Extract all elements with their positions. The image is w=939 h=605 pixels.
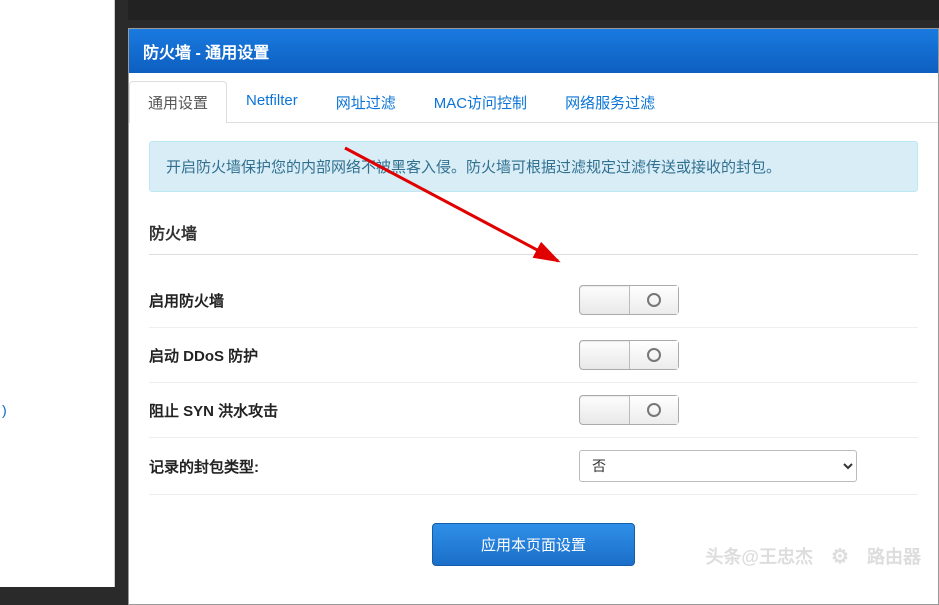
toggle-on-side [629,341,679,369]
main-panel: 防火墙 - 通用设置 通用设置 Netfilter 网址过滤 MAC访问控制 网… [128,28,939,605]
content-area: 开启防火墙保护您的内部网络不被黑客入侵。防火墙可根据过滤规定过滤传送或接收的封包… [129,123,938,604]
row-enable-firewall: 启用防火墙 [149,273,918,328]
sidebar: ) [0,0,115,587]
toggle-indicator-icon [647,348,661,362]
watermark-logo-icon: ⚙ [819,535,861,577]
watermark-brand: 路由器 [867,543,921,569]
section-title: 防火墙 [149,210,918,255]
label-enable-firewall: 启用防火墙 [149,290,579,311]
apply-button[interactable]: 应用本页面设置 [432,523,635,566]
toggle-on-side [629,396,679,424]
tab-row: 通用设置 Netfilter 网址过滤 MAC访问控制 网络服务过滤 [129,73,938,123]
row-syn: 阻止 SYN 洪水攻击 [149,383,918,438]
tab-general[interactable]: 通用设置 [129,81,227,123]
toggle-off-side [580,341,629,369]
label-log-type: 记录的封包类型: [149,456,579,477]
tab-urlfilter[interactable]: 网址过滤 [317,81,415,123]
info-banner: 开启防火墙保护您的内部网络不被黑客入侵。防火墙可根据过滤规定过滤传送或接收的封包… [149,141,918,192]
watermark-author: 头条@王忠杰 [705,543,813,569]
toggle-syn[interactable] [579,395,679,425]
row-log-type: 记录的封包类型: 否 [149,438,918,495]
label-syn: 阻止 SYN 洪水攻击 [149,400,579,421]
toggle-enable-firewall[interactable] [579,285,679,315]
label-ddos: 启动 DDoS 防护 [149,345,579,366]
tab-mac[interactable]: MAC访问控制 [415,81,546,123]
row-ddos: 启动 DDoS 防护 [149,328,918,383]
select-log-type[interactable]: 否 [579,450,857,482]
tab-netfilter[interactable]: Netfilter [227,81,317,123]
tab-service[interactable]: 网络服务过滤 [546,81,674,123]
toggle-off-side [580,286,629,314]
toggle-ddos[interactable] [579,340,679,370]
sidebar-partial-item[interactable]: ) [0,398,114,422]
panel-title: 防火墙 - 通用设置 [129,29,938,73]
toggle-off-side [580,396,629,424]
dark-margin [128,0,939,20]
toggle-indicator-icon [647,293,661,307]
watermark: 头条@王忠杰 ⚙ 路由器 [705,535,921,577]
toggle-on-side [629,286,679,314]
toggle-indicator-icon [647,403,661,417]
